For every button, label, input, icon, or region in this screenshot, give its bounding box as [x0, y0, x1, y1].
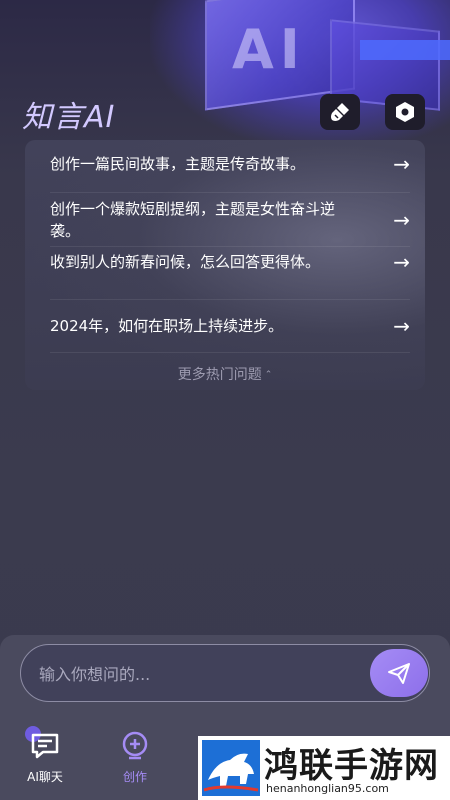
watermark-title: 鸿联手游网 — [264, 746, 439, 786]
hero-bar — [360, 40, 450, 60]
watermark: 鸿联手游网 henanhonglian95.com — [198, 736, 450, 800]
question-item[interactable]: 收到别人的新春问候，怎么回答更得体。 → — [50, 250, 410, 274]
arrow-right-icon: → — [393, 314, 410, 338]
divider — [50, 192, 410, 193]
clear-brush-button[interactable] — [320, 94, 360, 130]
arrow-right-icon: → — [393, 152, 410, 176]
settings-icon — [396, 102, 414, 122]
send-button[interactable] — [370, 649, 428, 697]
app-screen: AI 知言AI 创作一篇民间故事，主题是传奇故事。 → 创作一个爆款短剧提纲，主… — [0, 0, 450, 800]
arrow-right-icon: → — [393, 250, 410, 274]
tab-create[interactable]: 创作 — [105, 728, 165, 785]
chat-input[interactable] — [39, 659, 359, 689]
question-text: 创作一篇民间故事，主题是传奇故事。 — [50, 155, 306, 173]
brush-icon — [331, 103, 349, 121]
tab-label: 创作 — [122, 770, 147, 784]
send-icon — [388, 663, 410, 684]
tab-label: AI聊天 — [27, 770, 63, 784]
chat-icon — [31, 733, 59, 759]
chevron-up-icon: ⌃ — [264, 370, 273, 380]
settings-button[interactable] — [385, 94, 425, 130]
more-questions-label: 更多热门问题 — [177, 367, 262, 383]
question-item[interactable]: 创作一篇民间故事，主题是传奇故事。 → — [50, 152, 410, 176]
create-icon — [122, 731, 148, 760]
question-text: 创作一个爆款短剧提纲，主题是女性奋斗逆袭。 — [50, 200, 336, 240]
question-item[interactable]: 创作一个爆款短剧提纲，主题是女性奋斗逆袭。 → — [50, 198, 410, 242]
divider — [50, 352, 410, 353]
question-text: 收到别人的新春问候，怎么回答更得体。 — [50, 253, 321, 271]
app-title: 知言AI — [22, 100, 116, 135]
hero-ai-text: AI — [232, 18, 306, 81]
chat-icon-wrap — [15, 726, 75, 764]
question-item[interactable]: 2024年，如何在职场上持续进步。 → — [50, 314, 410, 338]
watermark-url: henanhonglian95.com — [266, 782, 389, 795]
create-icon-wrap — [105, 728, 165, 764]
divider — [50, 246, 410, 247]
question-text: 2024年，如何在职场上持续进步。 — [50, 317, 284, 335]
arrow-right-icon: → — [393, 208, 410, 232]
watermark-logo — [202, 740, 260, 796]
more-questions-link[interactable]: 更多热门问题 ⌃ — [25, 364, 425, 384]
divider — [50, 299, 410, 300]
chat-input-box — [20, 644, 430, 702]
tab-ai-chat[interactable]: AI聊天 — [15, 726, 75, 785]
hot-questions-card: 创作一篇民间故事，主题是传奇故事。 → 创作一个爆款短剧提纲，主题是女性奋斗逆袭… — [25, 140, 425, 390]
